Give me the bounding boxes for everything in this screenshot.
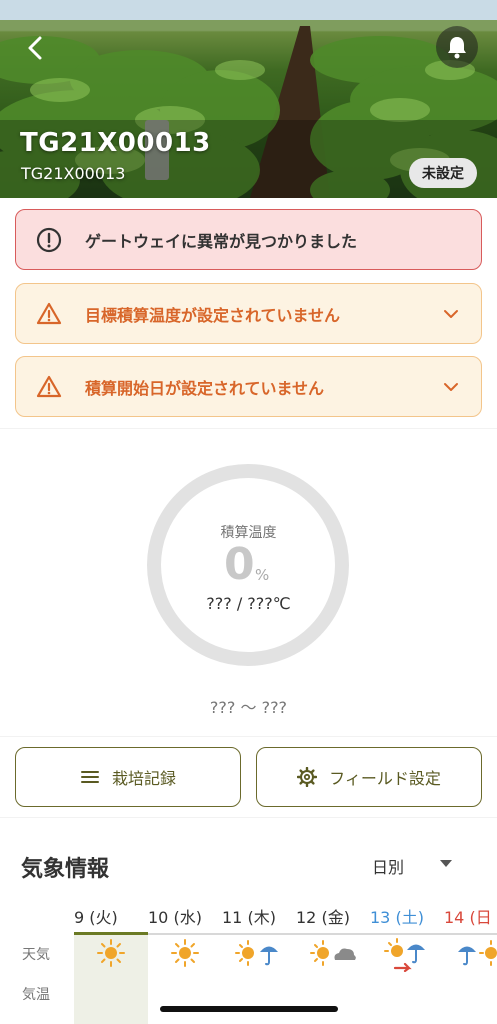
day-tab[interactable]: 13 (土) — [370, 904, 444, 930]
notification-button[interactable] — [436, 26, 478, 68]
button-label: 栽培記録 — [111, 769, 176, 788]
warning-triangle-icon — [36, 302, 62, 325]
gauge-percent: 0 — [224, 539, 255, 590]
day-header: 9 (火) 10 (水) 11 (木) 12 (金) 13 (土) 14 (日 — [74, 904, 497, 930]
caret-down-icon[interactable] — [440, 860, 452, 867]
weather-title: 気象情報 — [21, 857, 110, 882]
list-icon — [80, 771, 99, 783]
gauge-range: ??? / ???℃ — [206, 594, 291, 613]
row-label-weather: 天気 — [22, 947, 50, 963]
bell-icon — [448, 37, 466, 59]
alert-gateway-error[interactable]: ゲートウェイに異常が見つかりました — [15, 209, 482, 270]
day-tab[interactable]: 9 (火) — [74, 904, 148, 930]
period-select[interactable]: 日別 — [372, 854, 404, 878]
sun-umbrella-icon — [384, 938, 425, 972]
day-tab[interactable]: 10 (水) — [148, 904, 222, 930]
header-image: TG21X00013 TG21X00013 未設定 — [0, 0, 497, 198]
gear-icon — [297, 767, 318, 787]
status-badge: 未設定 — [409, 158, 477, 188]
chevron-down-icon[interactable] — [443, 306, 459, 322]
weather-section: 気象情報 日別 9 (火) 10 (水) 11 (木) 12 (金) 13 (土… — [0, 818, 497, 1024]
divider — [148, 933, 497, 935]
device-title: TG21X00013 — [20, 128, 211, 158]
gauge-date-range: ??? 〜 ??? — [209, 698, 288, 717]
alert-target-temp[interactable]: 目標積算温度が設定されていません — [15, 283, 482, 344]
sun-cloud-icon — [310, 940, 356, 966]
umbrella-sun-icon — [458, 940, 497, 966]
button-label: フィールド設定 — [329, 769, 441, 788]
day-tab[interactable]: 12 (金) — [296, 904, 370, 930]
device-subtitle: TG21X00013 — [21, 164, 126, 183]
sun-icon — [97, 939, 125, 967]
alert-text: 目標積算温度が設定されていません — [85, 305, 341, 325]
gauge-unit: % — [255, 566, 270, 584]
alert-text: 積算開始日が設定されていません — [85, 378, 325, 398]
back-arrow-icon[interactable] — [22, 34, 50, 62]
action-buttons: 栽培記録 フィールド設定 — [0, 737, 497, 817]
home-indicator — [160, 1006, 338, 1012]
error-circle-icon — [36, 227, 62, 253]
row-label-temp: 気温 — [22, 987, 50, 1003]
alert-text: ゲートウェイに異常が見つかりました — [85, 231, 358, 251]
accumulated-temp-section: 積算温度 0 % ??? / ???℃ ??? 〜 ??? — [0, 429, 497, 736]
cultivation-record-button[interactable]: 栽培記録 — [15, 747, 241, 807]
sun-icon — [171, 939, 199, 967]
day-tab[interactable]: 11 (木) — [222, 904, 296, 930]
alerts-section: ゲートウェイに異常が見つかりました 目標積算温度が設定されていません 積算開始日… — [0, 198, 497, 428]
field-settings-button[interactable]: フィールド設定 — [256, 747, 482, 807]
sun-umbrella-icon — [235, 940, 278, 966]
chevron-down-icon[interactable] — [443, 379, 459, 395]
alert-start-date[interactable]: 積算開始日が設定されていません — [15, 356, 482, 417]
day-tab[interactable]: 14 (日 — [444, 904, 497, 930]
warning-triangle-icon — [36, 375, 62, 398]
